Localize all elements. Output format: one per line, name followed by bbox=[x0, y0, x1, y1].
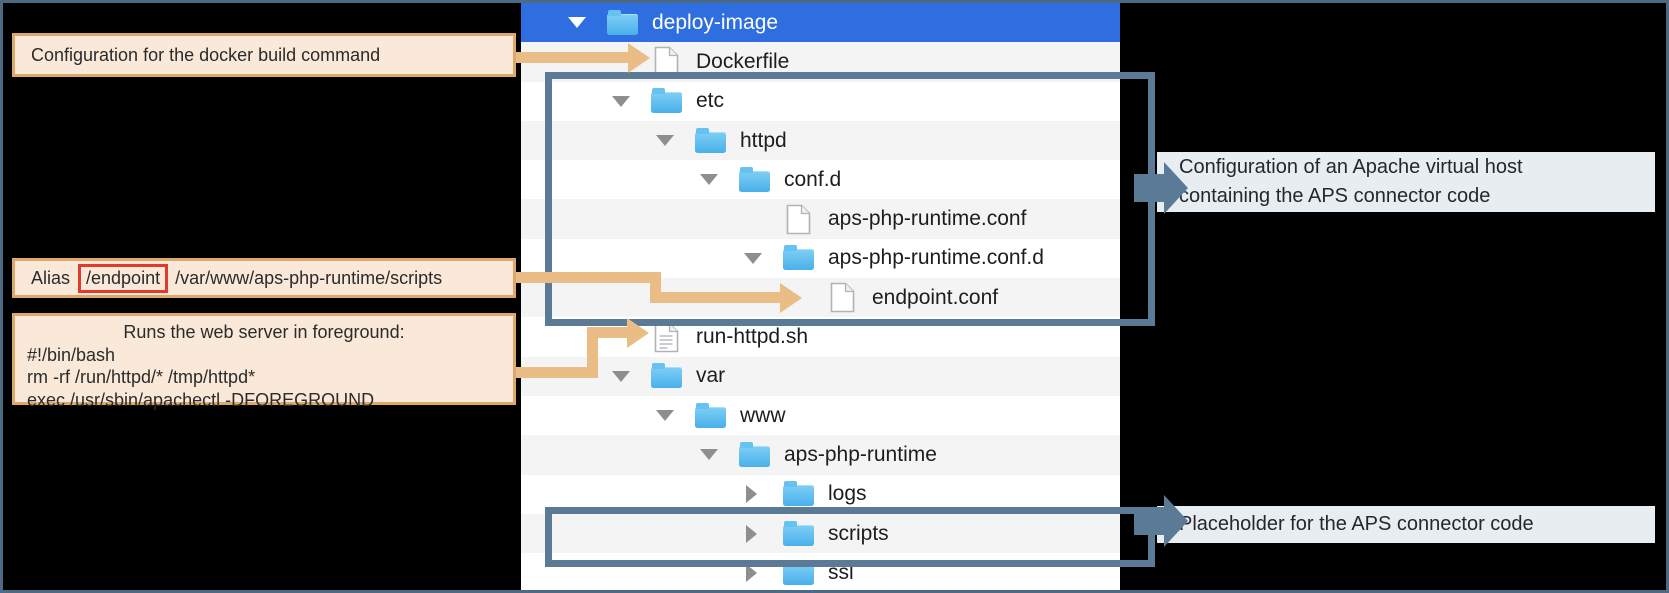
disclosure-collapsed-icon[interactable] bbox=[746, 563, 757, 582]
disclosure-expanded-icon[interactable] bbox=[612, 95, 630, 107]
tree-row-label: www bbox=[740, 403, 786, 427]
note-placeholder-text: Placeholder for the APS connector code bbox=[1179, 513, 1534, 535]
note-alias: Alias /endpoint /var/www/aps-php-runtime… bbox=[12, 258, 516, 298]
folder-icon bbox=[782, 481, 814, 507]
note-placeholder: Placeholder for the APS connector code bbox=[1157, 506, 1655, 543]
folder-icon bbox=[650, 363, 682, 389]
tree-row-ssl[interactable]: ssl bbox=[521, 553, 1120, 592]
tree-row-label: conf.d bbox=[784, 167, 842, 191]
folder-icon bbox=[606, 9, 638, 35]
note-dockerfile: Configuration for the docker build comma… bbox=[12, 33, 516, 77]
tree-row-conf.d[interactable]: conf.d bbox=[521, 160, 1120, 199]
disclosure-expanded-icon[interactable] bbox=[700, 174, 718, 186]
note-run-line: exec /usr/sbin/apachectl -DFOREGROUND bbox=[27, 389, 375, 410]
tree-row-aps-php-runtime.conf.d[interactable]: aps-php-runtime.conf.d bbox=[521, 239, 1120, 278]
disclosure-expanded-icon[interactable] bbox=[612, 370, 630, 382]
tree-row-label: ssl bbox=[828, 560, 854, 584]
disclosure-collapsed-icon[interactable] bbox=[746, 524, 757, 543]
tree-row-label: Dockerfile bbox=[696, 49, 790, 73]
tree-row-etc[interactable]: etc bbox=[521, 82, 1120, 121]
folder-icon bbox=[738, 166, 770, 192]
note-apache-vhost-text: Configuration of an Apache virtual host … bbox=[1179, 156, 1523, 207]
tree-row-aps-php-runtime.conf[interactable]: aps-php-runtime.conf bbox=[521, 199, 1120, 239]
tree-row-run-httpd.sh[interactable]: run-httpd.sh bbox=[521, 317, 1120, 356]
file-icon bbox=[654, 47, 678, 77]
file-icon bbox=[830, 282, 854, 313]
note-alias-prefix: Alias bbox=[31, 267, 71, 288]
tree-row-label: httpd bbox=[740, 128, 787, 152]
tree-row-var[interactable]: var bbox=[521, 356, 1120, 396]
folder-icon bbox=[782, 520, 814, 546]
tree-row-label: scripts bbox=[828, 521, 889, 545]
disclosure-expanded-icon[interactable] bbox=[656, 410, 674, 422]
tree-row-httpd[interactable]: httpd bbox=[521, 120, 1120, 161]
folder-icon bbox=[694, 127, 726, 153]
diagram-canvas: deploy-image Dockerfile etc httpd conf.d… bbox=[0, 0, 1669, 593]
file-icon bbox=[786, 204, 810, 234]
folder-icon bbox=[650, 88, 682, 114]
tree-row-label: endpoint.conf bbox=[872, 285, 999, 309]
note-run-title: Runs the web server in foreground: bbox=[123, 322, 405, 342]
tree-row-www[interactable]: www bbox=[521, 396, 1120, 435]
note-dockerfile-text: Configuration for the docker build comma… bbox=[31, 44, 381, 65]
tree-row-label: aps-php-runtime bbox=[784, 442, 937, 466]
file-tree: deploy-image Dockerfile etc httpd conf.d… bbox=[521, 3, 1120, 593]
note-run-line: #!/bin/bash bbox=[27, 344, 116, 365]
disclosure-expanded-icon[interactable] bbox=[656, 135, 674, 147]
tree-row-aps-php-runtime[interactable]: aps-php-runtime bbox=[521, 435, 1120, 475]
tree-row-label: deploy-image bbox=[652, 10, 779, 34]
note-run-line: rm -rf /run/httpd/* /tmp/httpd* bbox=[27, 367, 256, 387]
tree-row-label: run-httpd.sh bbox=[696, 325, 809, 349]
tree-row-Dockerfile[interactable]: Dockerfile bbox=[521, 42, 1120, 82]
folder-icon bbox=[782, 559, 814, 585]
disclosure-expanded-icon[interactable] bbox=[700, 449, 718, 461]
tree-row-endpoint.conf[interactable]: endpoint.conf bbox=[521, 278, 1120, 318]
tree-row-label: etc bbox=[696, 89, 725, 113]
note-apache-vhost: Configuration of an Apache virtual host … bbox=[1157, 152, 1655, 212]
tree-row-label: logs bbox=[828, 482, 867, 506]
tree-row-scripts[interactable]: scripts bbox=[521, 513, 1120, 554]
disclosure-collapsed-icon[interactable] bbox=[746, 485, 757, 504]
note-alias-highlight: /endpoint bbox=[78, 263, 169, 293]
tree-row-label: aps-php-runtime.conf bbox=[828, 207, 1027, 231]
note-alias-suffix: /var/www/aps-php-runtime/scripts bbox=[175, 267, 443, 288]
note-run-script: Runs the web server in foreground: #!/bi… bbox=[12, 313, 516, 410]
tree-row-logs[interactable]: logs bbox=[521, 475, 1120, 514]
tree-row-deploy-image[interactable]: deploy-image bbox=[521, 3, 1120, 43]
tree-row-label: var bbox=[696, 364, 726, 388]
disclosure-expanded-icon[interactable] bbox=[568, 17, 586, 29]
script-file-icon bbox=[654, 322, 678, 352]
folder-icon bbox=[738, 441, 770, 467]
tree-row-label: aps-php-runtime.conf.d bbox=[828, 246, 1044, 270]
folder-icon bbox=[694, 402, 726, 428]
folder-icon bbox=[782, 245, 814, 271]
disclosure-expanded-icon[interactable] bbox=[744, 252, 762, 264]
